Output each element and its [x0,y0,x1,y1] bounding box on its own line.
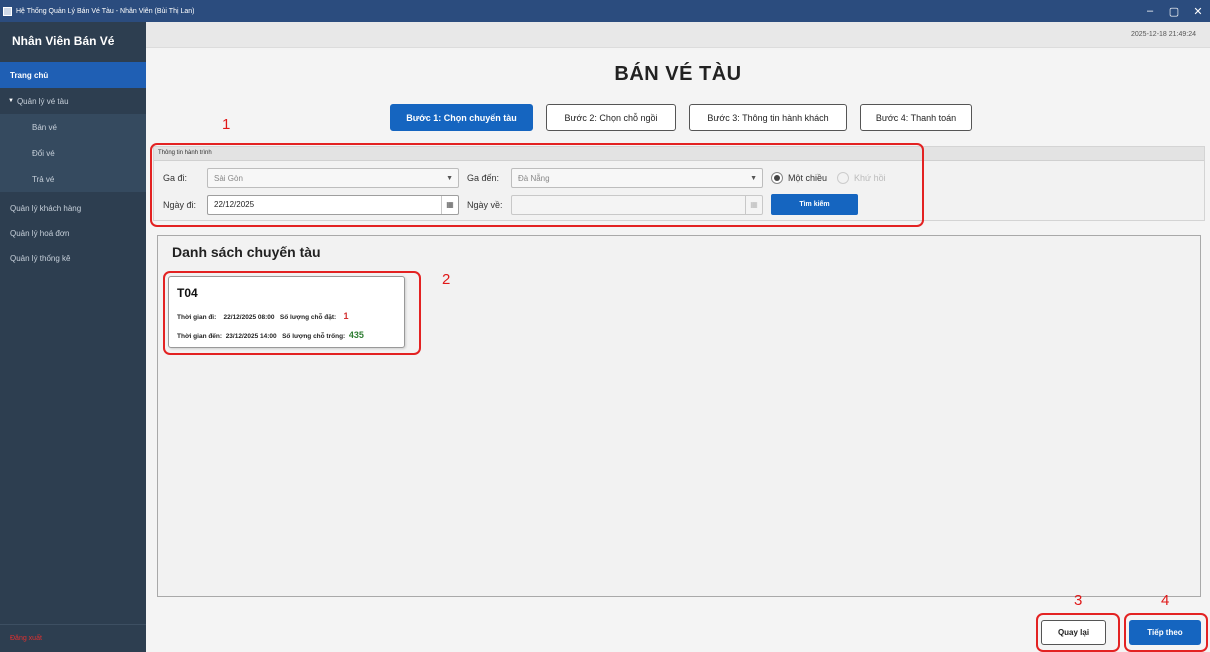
train-list-title: Danh sách chuyến tàu [172,244,321,260]
logout-button[interactable]: Đăng xuất [0,624,146,652]
sidebar-item-sell-ticket[interactable]: Bán vé [0,114,146,140]
annotation-label-2: 2 [442,271,451,288]
top-status-bar: 2025-12-18 21:49:24 [146,22,1210,48]
sidebar-item-home[interactable]: Trang chủ [0,62,146,88]
sidebar-item-return-ticket[interactable]: Trả vé [0,166,146,192]
sidebar-item-customers[interactable]: Quản lý khách hàng [0,196,146,221]
annotation-box-1 [150,143,924,227]
sidebar-item-invoices[interactable]: Quản lý hoá đơn [0,221,146,246]
window-title: Hệ Thống Quản Lý Bán Vé Tàu - Nhân Viên … [16,7,195,15]
sidebar-brand: Nhân Viên Bán Vé [12,34,115,48]
sidebar-group-label: Quản lý vé tàu [16,96,69,106]
sidebar: Nhân Viên Bán Vé Trang chủ ▼ Quản lý vé … [0,22,146,652]
minimize-icon[interactable]: – [1138,0,1162,22]
back-button[interactable]: Quay lại [1041,620,1106,645]
tab-step-1[interactable]: Bước 1: Chọn chuyến tàu [390,104,533,131]
tab-step-2[interactable]: Bước 2: Chọn chỗ ngồi [546,104,676,131]
sidebar-group-ticket-management[interactable]: ▼ Quản lý vé tàu [0,88,146,114]
tab-step-3[interactable]: Bước 3: Thông tin hành khách [689,104,847,131]
sidebar-item-exchange-ticket[interactable]: Đổi vé [0,140,146,166]
page-title: BÁN VÉ TÀU [614,63,742,85]
next-button[interactable]: Tiếp theo [1129,620,1201,645]
annotation-label-3: 3 [1074,592,1083,609]
window-title-bar: Hệ Thống Quản Lý Bán Vé Tàu - Nhân Viên … [0,0,1210,22]
sidebar-submenu: Bán vé Đổi vé Trả vé [0,114,146,192]
sidebar-item-statistics[interactable]: Quản lý thống kê [0,246,146,271]
step-tabs: Bước 1: Chọn chuyến tàu Bước 2: Chọn chỗ… [390,104,985,131]
clock: 2025-12-18 21:49:24 [1131,31,1196,38]
tab-step-4[interactable]: Bước 4: Thanh toán [860,104,972,131]
maximize-icon[interactable]: ▢ [1162,0,1186,22]
annotation-box-2 [163,271,421,355]
annotation-label-4: 4 [1161,592,1170,609]
close-icon[interactable]: ✕ [1186,0,1210,22]
app-icon [3,6,12,16]
window-controls: – ▢ ✕ [1138,0,1210,22]
caret-down-icon: ▼ [8,98,14,104]
annotation-label-1: 1 [222,116,231,133]
